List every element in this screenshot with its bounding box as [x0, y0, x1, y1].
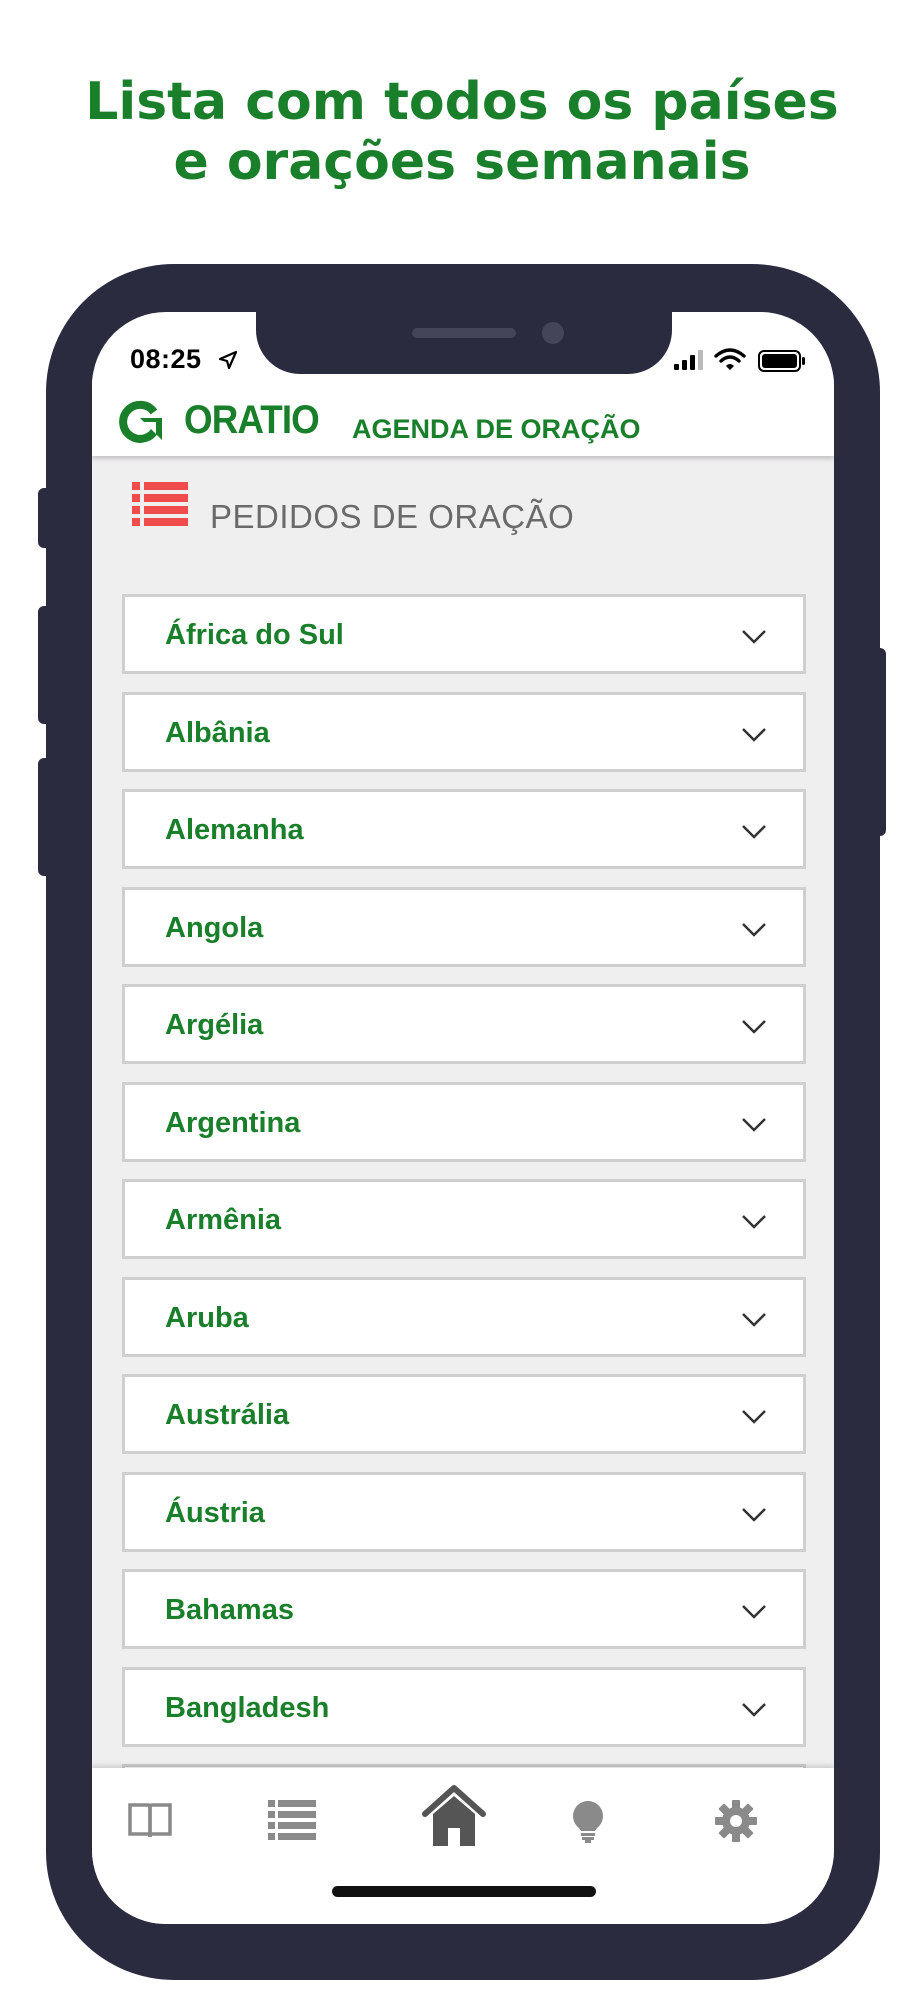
chevron-down-icon [742, 1410, 766, 1424]
country-item-africa-do-sul[interactable]: África do Sul [122, 594, 806, 674]
front-camera [542, 322, 564, 344]
battery-icon [758, 350, 805, 372]
phone-volume-up-button [38, 606, 52, 724]
tab-book[interactable] [110, 1786, 190, 1856]
tab-ideas[interactable] [548, 1786, 628, 1856]
tab-home[interactable] [414, 1776, 494, 1856]
chevron-down-icon [742, 1702, 766, 1717]
country-name: Angola [165, 911, 264, 944]
country-name: Argélia [165, 1009, 264, 1041]
chevron-down-icon [742, 727, 766, 742]
cellular-signal-icon [674, 350, 703, 370]
phone-volume-down-button [38, 758, 52, 876]
home-icon [422, 1785, 486, 1846]
country-name: Aruba [165, 1301, 249, 1334]
home-indicator[interactable] [332, 1886, 596, 1897]
chevron-down-icon [742, 1020, 766, 1034]
country-name: Áustria [165, 1496, 265, 1529]
country-name: Austrália [165, 1399, 290, 1431]
book-icon [128, 1803, 172, 1838]
promo-headline-line2: e orações semanais [173, 132, 751, 192]
country-name: Bangladesh [165, 1691, 330, 1724]
chevron-down-icon [742, 1507, 766, 1522]
country-item-aruba[interactable]: Aruba [122, 1276, 806, 1357]
wifi-icon [714, 348, 746, 370]
status-time: 08:25 [130, 344, 202, 374]
location-arrow-icon [218, 350, 238, 370]
gear-icon [715, 1800, 757, 1842]
country-name: Armênia [165, 1204, 282, 1236]
chevron-down-icon [742, 1312, 766, 1327]
chevron-down-icon [742, 922, 766, 937]
phone-power-button [872, 648, 886, 836]
chevron-down-icon [742, 1117, 766, 1132]
oratio-logo-icon [119, 400, 162, 443]
list-icon [268, 1800, 316, 1840]
promo-headline-line1: Lista com todos os países [85, 72, 839, 132]
main-content[interactable]: PEDIDOS DE ORAÇÃO África do Sul Albânia … [92, 456, 834, 1768]
country-name: Argentina [165, 1106, 301, 1139]
tab-list[interactable] [252, 1786, 332, 1856]
country-item-australia[interactable]: Austrália [122, 1374, 806, 1454]
country-name: Albânia [165, 716, 270, 749]
country-list: África do Sul Albânia Alemanha Angola Ar… [122, 594, 806, 1768]
header-title: AGENDA DE ORAÇÃO [352, 414, 641, 444]
phone-screen: 08:25 ORATIO AGENDA DE ORAÇÃO PEDIDOS DE… [92, 312, 834, 1924]
promo-headline: Lista com todos os países e orações sema… [0, 72, 924, 192]
country-item-armenia[interactable]: Armênia [122, 1179, 806, 1259]
country-item-bahamas[interactable]: Bahamas [122, 1569, 806, 1649]
country-item-alemanha[interactable]: Alemanha [122, 789, 806, 869]
country-item-argelia[interactable]: Argélia [122, 984, 806, 1064]
list-icon [132, 482, 188, 526]
lightbulb-icon [573, 1801, 603, 1843]
country-item-bangladesh[interactable]: Bangladesh [122, 1666, 806, 1747]
country-item-argentina[interactable]: Argentina [122, 1081, 806, 1162]
chevron-down-icon [742, 1605, 766, 1619]
brand-name: ORATIO [184, 398, 320, 442]
section-title: PEDIDOS DE ORAÇÃO [210, 498, 575, 535]
chevron-down-icon [742, 630, 766, 644]
speaker-grille [412, 328, 516, 338]
tab-settings[interactable] [696, 1786, 776, 1856]
country-name: África do Sul [165, 619, 344, 651]
country-item-angola[interactable]: Angola [122, 886, 806, 967]
app-header: ORATIO AGENDA DE ORAÇÃO [92, 374, 834, 456]
country-name: Bahamas [165, 1594, 294, 1626]
bottom-tab-bar [92, 1768, 834, 1924]
country-item-austria[interactable]: Áustria [122, 1471, 806, 1552]
phone-notch [256, 312, 672, 374]
country-item-albania[interactable]: Albânia [122, 691, 806, 772]
country-name: Alemanha [165, 814, 304, 846]
chevron-down-icon [742, 1215, 766, 1229]
phone-silent-switch [38, 488, 52, 548]
chevron-down-icon [742, 825, 766, 839]
